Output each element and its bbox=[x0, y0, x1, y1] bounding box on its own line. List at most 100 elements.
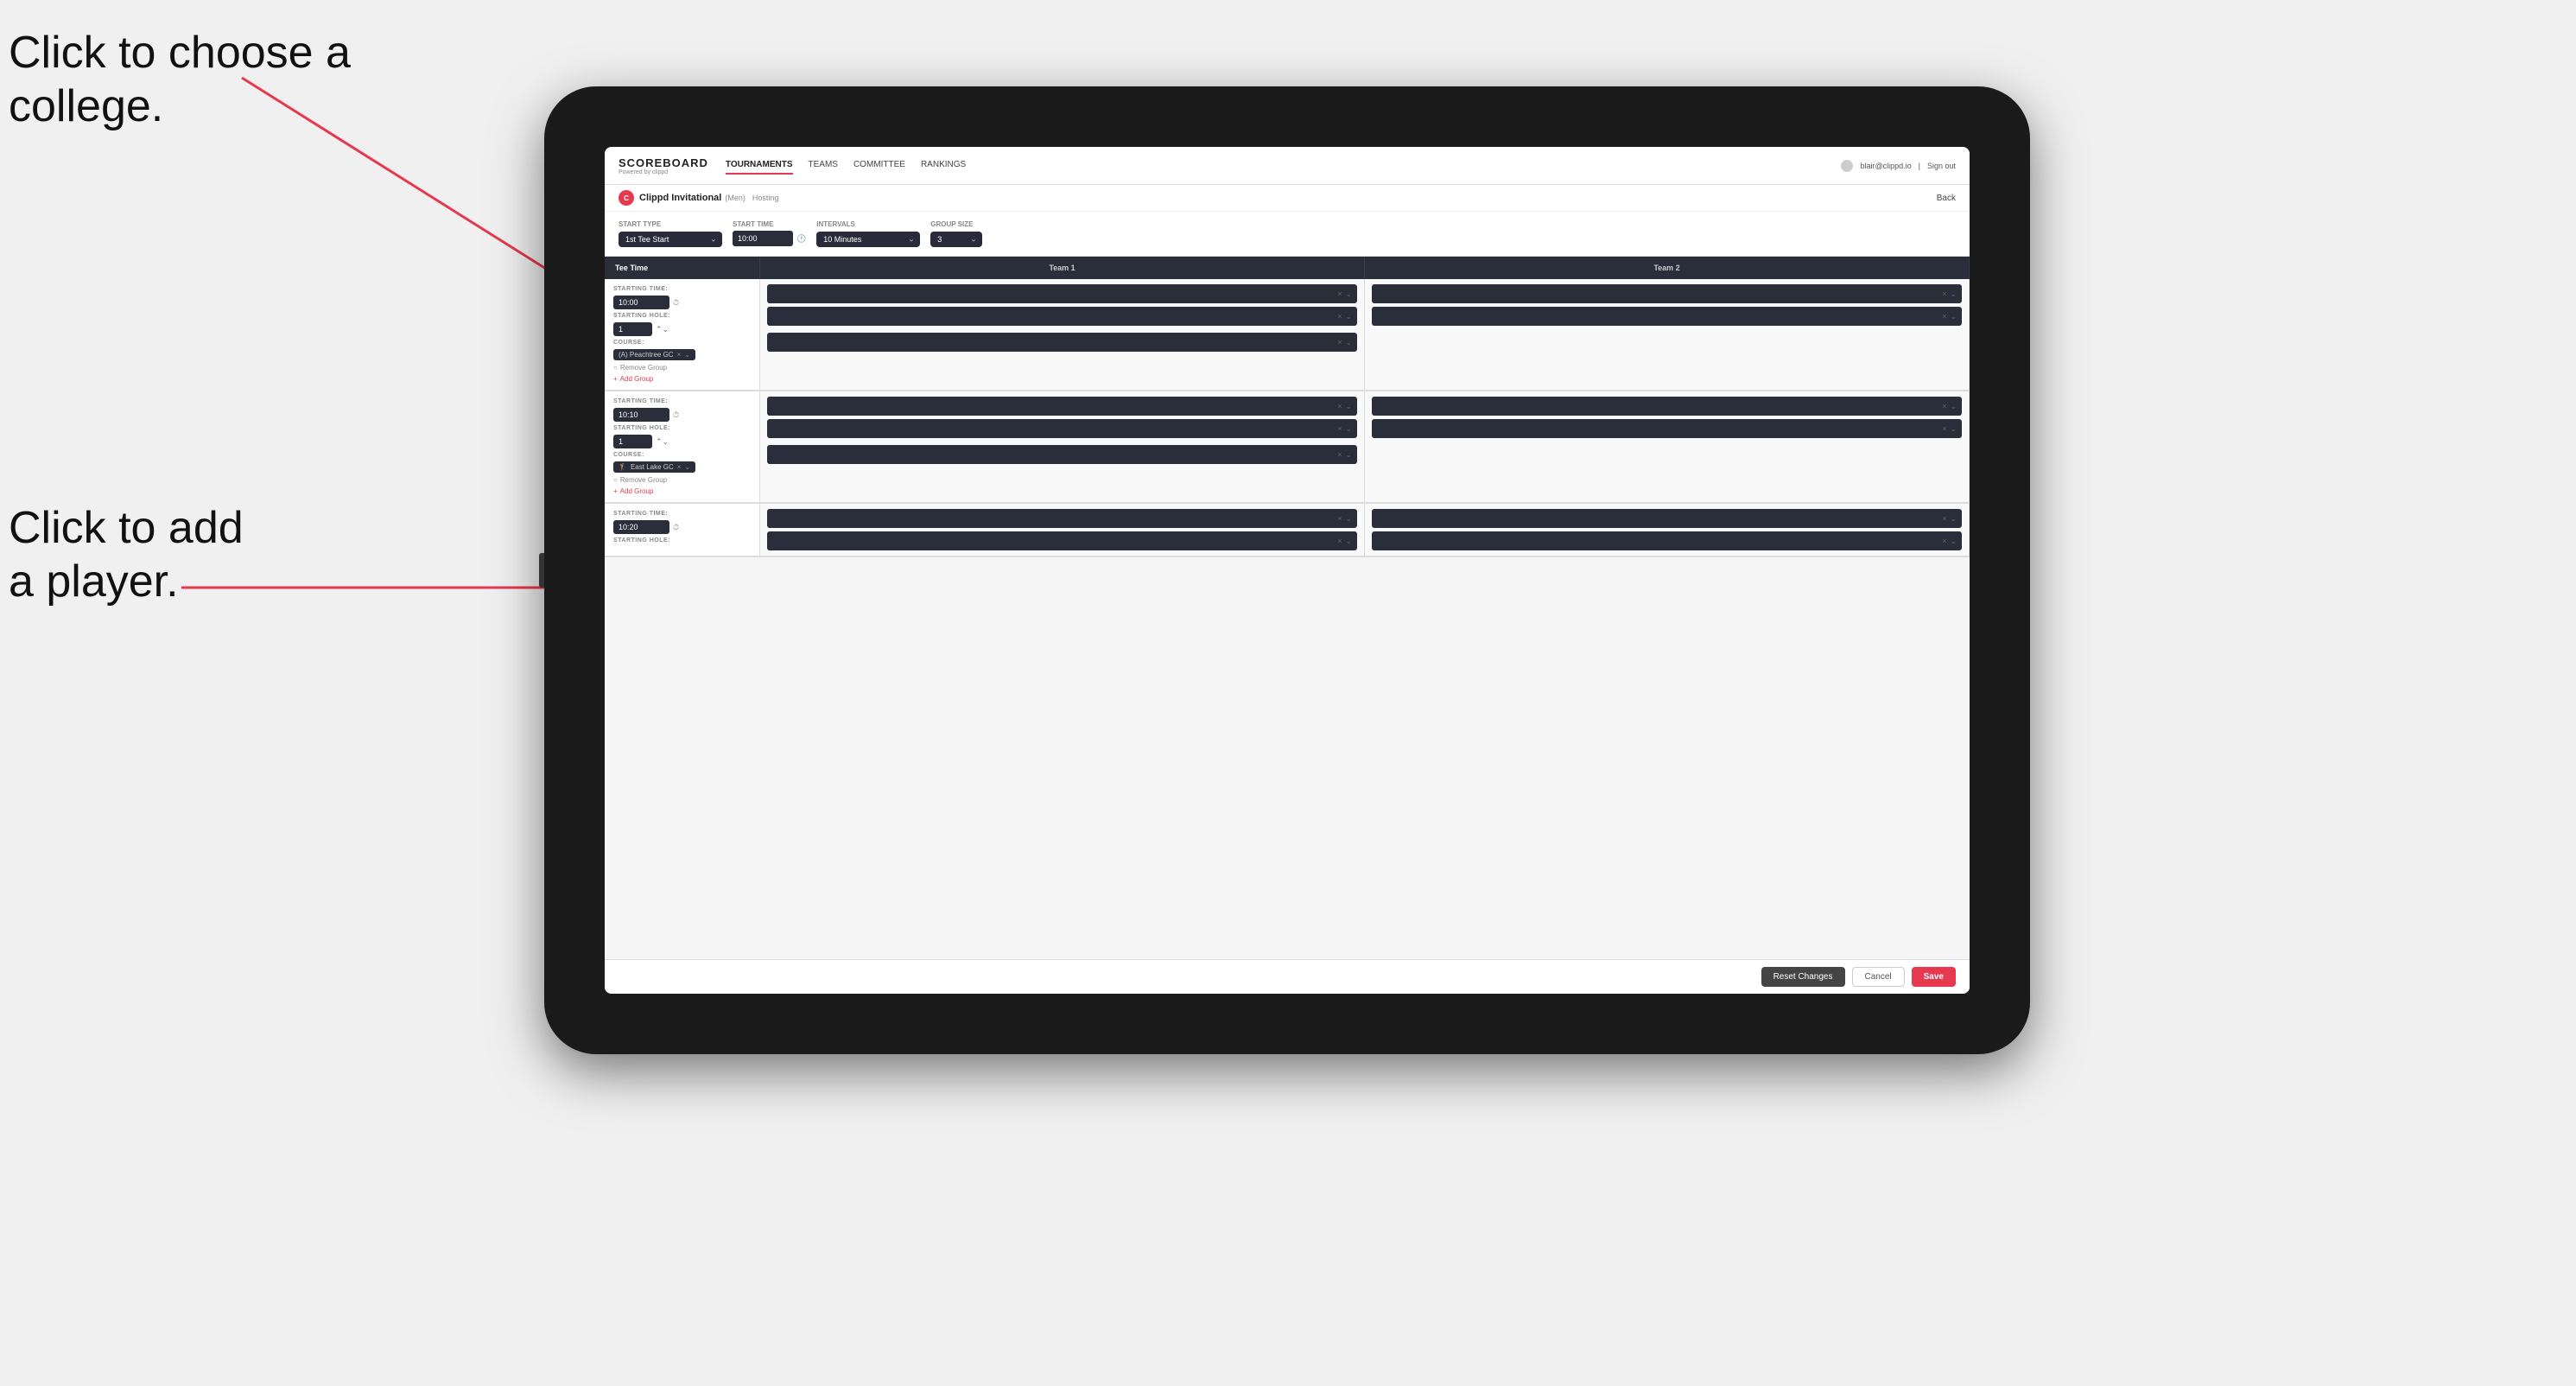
cancel-button[interactable]: Cancel bbox=[1852, 967, 1905, 987]
nav-teams[interactable]: TEAMS bbox=[809, 156, 838, 175]
tablet-screen: SCOREBOARD Powered by clippd TOURNAMENTS… bbox=[605, 147, 1970, 994]
course-x-1[interactable]: × bbox=[1337, 338, 1342, 346]
player-x-6-2[interactable]: × bbox=[1942, 537, 1946, 545]
start-time-input[interactable] bbox=[733, 231, 793, 246]
player-slot-1-2[interactable]: × ⌄ bbox=[767, 307, 1357, 326]
player-chevron-6-2[interactable]: ⌄ bbox=[1950, 537, 1957, 546]
save-button[interactable]: Save bbox=[1912, 967, 1956, 987]
player-chevron-3-1[interactable]: ⌄ bbox=[1345, 402, 1352, 411]
add-group-2[interactable]: + Add Group bbox=[613, 487, 751, 495]
group-team2-2: × ⌄ × ⌄ bbox=[1365, 391, 1970, 502]
remove-group-1[interactable]: ○ Remove Group bbox=[613, 364, 751, 372]
player-slot-2-2[interactable]: × ⌄ bbox=[1372, 307, 1962, 326]
course-chevron-slot-2[interactable]: ⌄ bbox=[1345, 450, 1352, 460]
player-slot-4-2[interactable]: × ⌄ bbox=[1372, 419, 1962, 438]
player-slot-2-1[interactable]: × ⌄ bbox=[1372, 284, 1962, 303]
player-slot-5-2[interactable]: × ⌄ bbox=[767, 531, 1357, 550]
starting-hole-label-1: Starting Hole: bbox=[613, 313, 751, 319]
course-row-2: 🏌 East Lake GC × ⌄ bbox=[613, 461, 751, 473]
course-tag-1[interactable]: (A) Peachtree GC × ⌄ bbox=[613, 349, 695, 360]
group-size-select[interactable]: 3 2 4 bbox=[930, 232, 982, 247]
course-row-1: (A) Peachtree GC × ⌄ bbox=[613, 349, 751, 360]
player-x-2-1[interactable]: × bbox=[1942, 289, 1946, 298]
player-x-5-1[interactable]: × bbox=[1337, 514, 1342, 523]
nav-tournaments[interactable]: TOURNAMENTS bbox=[726, 156, 793, 175]
group-size-label: Group Size bbox=[930, 220, 982, 228]
annotation-choose-college: Click to choose a college. bbox=[9, 26, 351, 134]
course-chevron-slot-1[interactable]: ⌄ bbox=[1345, 338, 1352, 347]
player-slot-5-1[interactable]: × ⌄ bbox=[767, 509, 1357, 528]
separator: | bbox=[1919, 162, 1920, 170]
logo-text: SCOREBOARD bbox=[619, 156, 708, 169]
starting-time-row-2: ⏱ bbox=[613, 408, 751, 422]
start-type-select[interactable]: 1st Tee Start Shotgun Start bbox=[619, 232, 722, 247]
annotation-add-player: Click to add a player. bbox=[9, 501, 244, 609]
course-name-2: East Lake GC bbox=[631, 463, 674, 471]
player-slot-3-1[interactable]: × ⌄ bbox=[767, 397, 1357, 416]
player-slot-3-2[interactable]: × ⌄ bbox=[767, 419, 1357, 438]
player-slot-6-2[interactable]: × ⌄ bbox=[1372, 531, 1962, 550]
player-chevron-6-1[interactable]: ⌄ bbox=[1950, 514, 1957, 524]
player-x-4-2[interactable]: × bbox=[1942, 424, 1946, 433]
starting-hole-input-1[interactable] bbox=[613, 322, 652, 336]
group-row-3: Starting Time: ⏱ Starting Hole: × ⌄ bbox=[605, 504, 1970, 557]
player-chevron-1-1[interactable]: ⌄ bbox=[1345, 289, 1352, 299]
group-team2-3: × ⌄ × ⌄ bbox=[1365, 504, 1970, 556]
start-type-label: Start Type bbox=[619, 220, 722, 228]
player-chevron-2-1[interactable]: ⌄ bbox=[1950, 289, 1957, 299]
remove-group-2[interactable]: ○ Remove Group bbox=[613, 476, 751, 484]
course-slot-1[interactable]: × ⌄ bbox=[767, 333, 1357, 352]
nav-rankings[interactable]: RANKINGS bbox=[921, 156, 966, 175]
player-chevron-5-2[interactable]: ⌄ bbox=[1345, 537, 1352, 546]
intervals-group: Intervals 10 Minutes 5 Minutes 15 Minute… bbox=[816, 220, 920, 247]
player-x-1-2[interactable]: × bbox=[1337, 312, 1342, 321]
player-chevron-3-2[interactable]: ⌄ bbox=[1345, 424, 1352, 434]
starting-time-input-1[interactable] bbox=[613, 296, 669, 309]
player-chevron-4-2[interactable]: ⌄ bbox=[1950, 424, 1957, 434]
remove-icon-2: ○ bbox=[613, 476, 618, 484]
sign-out-link[interactable]: Sign out bbox=[1927, 162, 1956, 170]
schedule-header: Tee Time Team 1 Team 2 bbox=[605, 257, 1970, 279]
course-remove-2[interactable]: × bbox=[677, 463, 682, 471]
player-slot-1-1[interactable]: × ⌄ bbox=[767, 284, 1357, 303]
col-tee-time: Tee Time bbox=[605, 257, 760, 279]
clock-icon: 🕐 bbox=[796, 234, 806, 244]
group-size-group: Group Size 3 2 4 bbox=[930, 220, 982, 247]
nav-links: TOURNAMENTS TEAMS COMMITTEE RANKINGS bbox=[726, 156, 1842, 175]
player-slot-6-1[interactable]: × ⌄ bbox=[1372, 509, 1962, 528]
player-slot-4-1[interactable]: × ⌄ bbox=[1372, 397, 1962, 416]
starting-hole-input-2[interactable] bbox=[613, 435, 652, 448]
starting-time-label-3: Starting Time: bbox=[613, 511, 751, 517]
group-team1-2: × ⌄ × ⌄ × ⌄ bbox=[760, 391, 1365, 502]
course-slot-2[interactable]: × ⌄ bbox=[767, 445, 1357, 464]
group-left-3: Starting Time: ⏱ Starting Hole: bbox=[605, 504, 760, 556]
player-chevron-2-2[interactable]: ⌄ bbox=[1950, 312, 1957, 321]
add-group-1[interactable]: + Add Group bbox=[613, 375, 751, 383]
player-x-2-2[interactable]: × bbox=[1942, 312, 1946, 321]
start-time-input-row: 🕐 bbox=[733, 231, 806, 246]
player-x-3-1[interactable]: × bbox=[1337, 402, 1342, 410]
player-chevron-4-1[interactable]: ⌄ bbox=[1950, 402, 1957, 411]
player-x-1-1[interactable]: × bbox=[1337, 289, 1342, 298]
course-tag-2[interactable]: 🏌 East Lake GC × ⌄ bbox=[613, 461, 695, 473]
course-chevron-1[interactable]: ⌄ bbox=[684, 351, 690, 359]
course-remove-1[interactable]: × bbox=[677, 351, 682, 359]
player-x-3-2[interactable]: × bbox=[1337, 424, 1342, 433]
intervals-select[interactable]: 10 Minutes 5 Minutes 15 Minutes bbox=[816, 232, 920, 247]
logo-sub: Powered by clippd bbox=[619, 169, 708, 175]
course-x-2[interactable]: × bbox=[1337, 450, 1342, 459]
starting-time-input-2[interactable] bbox=[613, 408, 669, 422]
reset-button[interactable]: Reset Changes bbox=[1761, 967, 1845, 987]
course-chevron-2[interactable]: ⌄ bbox=[684, 463, 690, 471]
starting-time-input-3[interactable] bbox=[613, 520, 669, 534]
starting-time-label-2: Starting Time: bbox=[613, 398, 751, 404]
player-chevron-1-2[interactable]: ⌄ bbox=[1345, 312, 1352, 321]
player-chevron-5-1[interactable]: ⌄ bbox=[1345, 514, 1352, 524]
hole-arrows-2: ⌃⌄ bbox=[656, 437, 669, 447]
player-x-6-1[interactable]: × bbox=[1942, 514, 1946, 523]
player-x-5-2[interactable]: × bbox=[1337, 537, 1342, 545]
back-button[interactable]: Back bbox=[1937, 194, 1956, 203]
player-x-4-1[interactable]: × bbox=[1942, 402, 1946, 410]
col-team1: Team 1 bbox=[760, 257, 1365, 279]
nav-committee[interactable]: COMMITTEE bbox=[853, 156, 905, 175]
